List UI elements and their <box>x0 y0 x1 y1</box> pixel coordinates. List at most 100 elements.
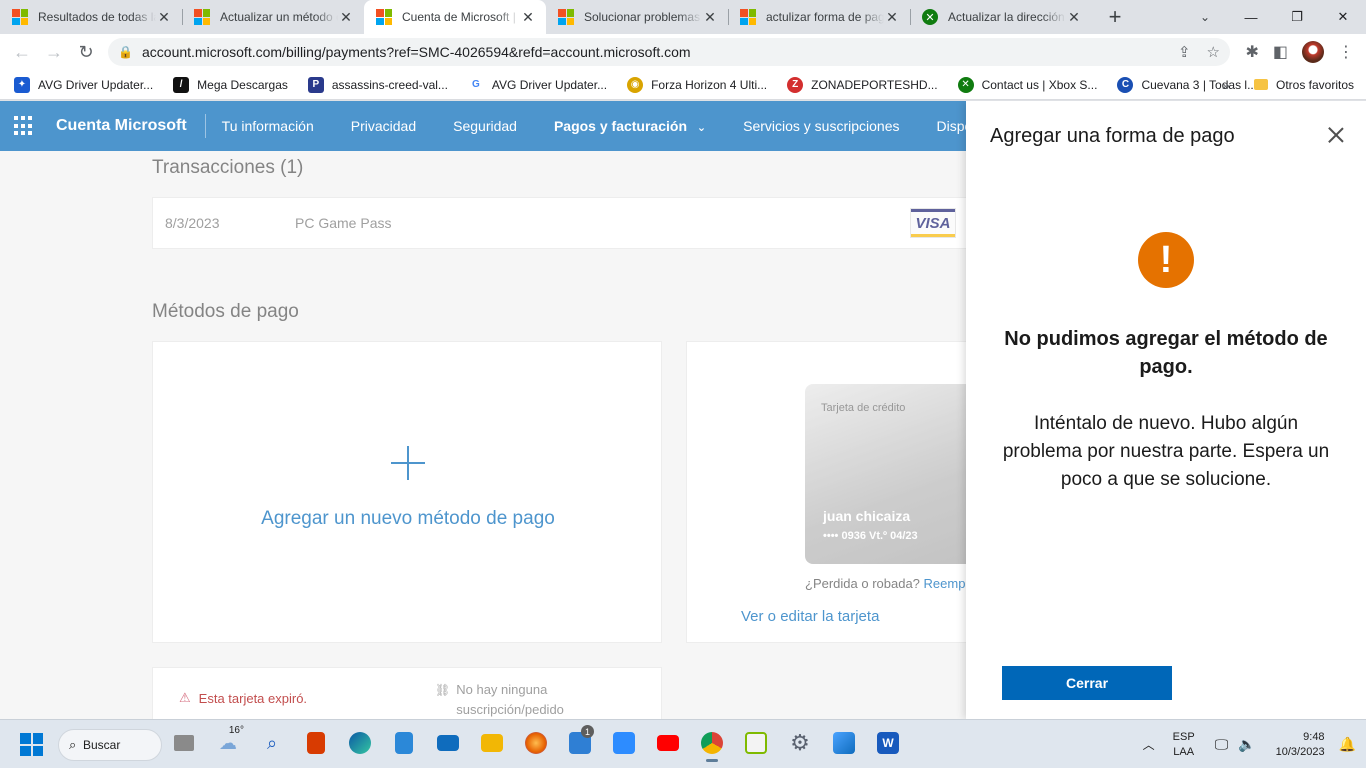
menu-kebab-icon[interactable]: ⋮ <box>1338 42 1354 62</box>
share-icon[interactable]: ⇪ <box>1178 43 1191 61</box>
side-panel-icon[interactable]: ◧ <box>1273 42 1288 62</box>
close-icon[interactable] <box>1328 127 1344 143</box>
language-indicator[interactable]: ESP LAA <box>1173 730 1195 760</box>
error-message: Inténtalo de nuevo. Hubo algún problema … <box>1002 413 1330 490</box>
notifications-bell-icon[interactable]: 🔔 <box>1339 736 1356 753</box>
bookmark-star-icon[interactable]: ☆ <box>1207 43 1220 61</box>
tab-label: Resultados de todas las <box>38 10 156 24</box>
settings-gear-icon[interactable]: ⚙ <box>784 727 816 759</box>
bookmark-mega[interactable]: / Mega Descargas <box>173 76 288 93</box>
error-title: No pudimos agregar el método de pago. <box>1004 328 1328 378</box>
file-explorer-icon[interactable] <box>476 727 508 759</box>
minimize-button[interactable]: — <box>1228 0 1274 34</box>
tab-close-icon[interactable]: ✕ <box>338 9 354 26</box>
bookmark-avg-1[interactable]: ✦ AVG Driver Updater... <box>14 76 153 93</box>
bookmark-forza[interactable]: ◉ Forza Horizon 4 Ulti... <box>627 76 768 93</box>
chrome-icon[interactable] <box>696 727 728 762</box>
youtube-icon[interactable] <box>652 727 684 759</box>
office-icon[interactable] <box>300 727 332 759</box>
word-icon[interactable]: W <box>872 727 904 759</box>
temperature: 16° <box>228 725 244 736</box>
zoom-icon[interactable] <box>608 727 640 759</box>
taskbar-search[interactable]: ⌕ Buscar <box>58 729 162 761</box>
tab-close-icon[interactable]: ✕ <box>156 9 172 26</box>
lang-top: ESP <box>1172 730 1195 743</box>
notepad-icon[interactable] <box>388 727 420 759</box>
photos-icon[interactable] <box>828 727 860 759</box>
weather-widget-icon[interactable]: ☁ 16° <box>212 725 244 759</box>
lock-icon[interactable]: 🔒 <box>118 45 133 59</box>
reload-button[interactable]: ↻ <box>70 36 102 68</box>
tab-label: Actualizar un método de <box>220 10 338 24</box>
forward-button[interactable]: → <box>38 36 70 68</box>
modal-backdrop[interactable] <box>0 101 966 719</box>
microsoft-store-icon[interactable] <box>740 727 772 759</box>
back-button[interactable]: ← <box>6 36 38 68</box>
profile-avatar[interactable] <box>1302 41 1324 63</box>
tab-cuenta-microsoft[interactable]: Cuenta de Microsoft | Pagos ✕ <box>364 0 546 34</box>
microsoft-icon <box>12 9 28 25</box>
notification-badge: 1 <box>581 725 594 738</box>
browser-toolbar: ← → ↻ 🔒 account.microsoft.com/billing/pa… <box>0 34 1366 70</box>
tab-solucionar-problemas[interactable]: Solucionar problemas ✕ <box>546 0 728 34</box>
tab-close-icon[interactable]: ✕ <box>520 9 536 26</box>
window-controls: — ❐ ✕ <box>1228 0 1366 34</box>
tab-close-icon[interactable]: ✕ <box>702 9 718 26</box>
edge-icon[interactable] <box>344 727 376 759</box>
panel-title: Agregar una forma de pago <box>990 125 1235 147</box>
tab-actulizar-forma[interactable]: actulizar forma de pago ✕ <box>728 0 910 34</box>
close-window-button[interactable]: ✕ <box>1320 0 1366 34</box>
more-bookmarks-icon[interactable]: » <box>1222 77 1230 93</box>
windows-taskbar: ⌕ Buscar ☁ 16° ⌕ 1 ⚙ W ︿ ESP LAA 🖵 🔈 9:4… <box>0 719 1366 768</box>
clock-time: 9:48 <box>1303 730 1325 743</box>
bookmark-label: Contact us | Xbox S... <box>981 77 1098 92</box>
extensions-icon[interactable]: ✱ <box>1245 42 1258 62</box>
mail-icon[interactable] <box>432 727 464 759</box>
chevron-up-icon[interactable]: ︿ <box>1143 736 1155 753</box>
bookmark-cuevana[interactable]: C Cuevana 3 | Todas l... <box>1117 76 1257 93</box>
firefox-icon[interactable] <box>520 727 552 759</box>
new-tab-button[interactable]: + <box>1100 0 1130 34</box>
xbox-icon: ✕ <box>922 9 938 25</box>
search-app-icon[interactable]: ⌕ <box>256 727 288 759</box>
tab-actualizar-direccion[interactable]: ✕ Actualizar la dirección ✕ <box>910 0 1092 34</box>
microsoft-icon <box>558 9 574 25</box>
network-icon[interactable]: 🖵 <box>1215 736 1229 753</box>
bookmark-label: Forza Horizon 4 Ulti... <box>651 77 768 92</box>
teams-icon[interactable]: 1 <box>564 725 596 759</box>
bookmark-avg-2[interactable]: G AVG Driver Updater... <box>467 76 607 93</box>
url-text: account.microsoft.com/billing/payments?r… <box>142 44 691 60</box>
tab-search-chevron-icon[interactable]: ⌄ <box>1192 0 1218 34</box>
system-tray: ︿ ESP LAA 🖵 🔈 9:48 10/3/2023 🔔 <box>1143 720 1366 768</box>
other-bookmarks[interactable]: Otros favoritos <box>1254 78 1354 92</box>
windows-start-icon[interactable] <box>20 733 43 756</box>
bookmarks-bar: ✦ AVG Driver Updater... / Mega Descargas… <box>0 70 1366 100</box>
forza-icon: ◉ <box>627 76 644 93</box>
page-viewport: Cuenta Microsoft Tu información Privacid… <box>0 101 1366 719</box>
xbox-icon: ✕ <box>957 76 974 93</box>
bookmark-label: Mega Descargas <box>197 77 288 92</box>
other-bookmarks-label: Otros favoritos <box>1276 77 1355 92</box>
bookmark-xbox-contact[interactable]: ✕ Contact us | Xbox S... <box>957 76 1098 93</box>
cerrar-button[interactable]: Cerrar <box>1002 666 1172 700</box>
add-payment-panel: Agregar una forma de pago ! No pudimos a… <box>966 101 1366 719</box>
tab-label: Cuenta de Microsoft | Pagos <box>402 10 520 24</box>
tab-close-icon[interactable]: ✕ <box>1066 9 1082 26</box>
tab-resultados[interactable]: Resultados de todas las ✕ <box>0 0 182 34</box>
tab-label: Actualizar la dirección <box>948 10 1065 24</box>
tab-close-icon[interactable]: ✕ <box>884 9 900 26</box>
mega-icon: / <box>173 76 190 93</box>
tab-actualizar-metodo[interactable]: Actualizar un método de ✕ <box>182 0 364 34</box>
tab-label: Solucionar problemas <box>584 10 701 24</box>
microsoft-icon <box>740 9 756 25</box>
bookmark-assassins[interactable]: P assassins-creed-val... <box>307 76 448 93</box>
task-view-icon[interactable] <box>168 727 200 759</box>
clock[interactable]: 9:48 10/3/2023 <box>1276 730 1325 760</box>
address-bar[interactable]: 🔒 account.microsoft.com/billing/payments… <box>108 38 1230 66</box>
pf-icon: P <box>307 76 324 93</box>
lang-bottom: LAA <box>1173 745 1195 758</box>
volume-icon[interactable]: 🔈 <box>1238 736 1255 753</box>
restore-button[interactable]: ❐ <box>1274 0 1320 34</box>
microsoft-icon <box>194 9 210 25</box>
bookmark-zonadeportes[interactable]: Z ZONADEPORTESHD... <box>787 76 938 93</box>
